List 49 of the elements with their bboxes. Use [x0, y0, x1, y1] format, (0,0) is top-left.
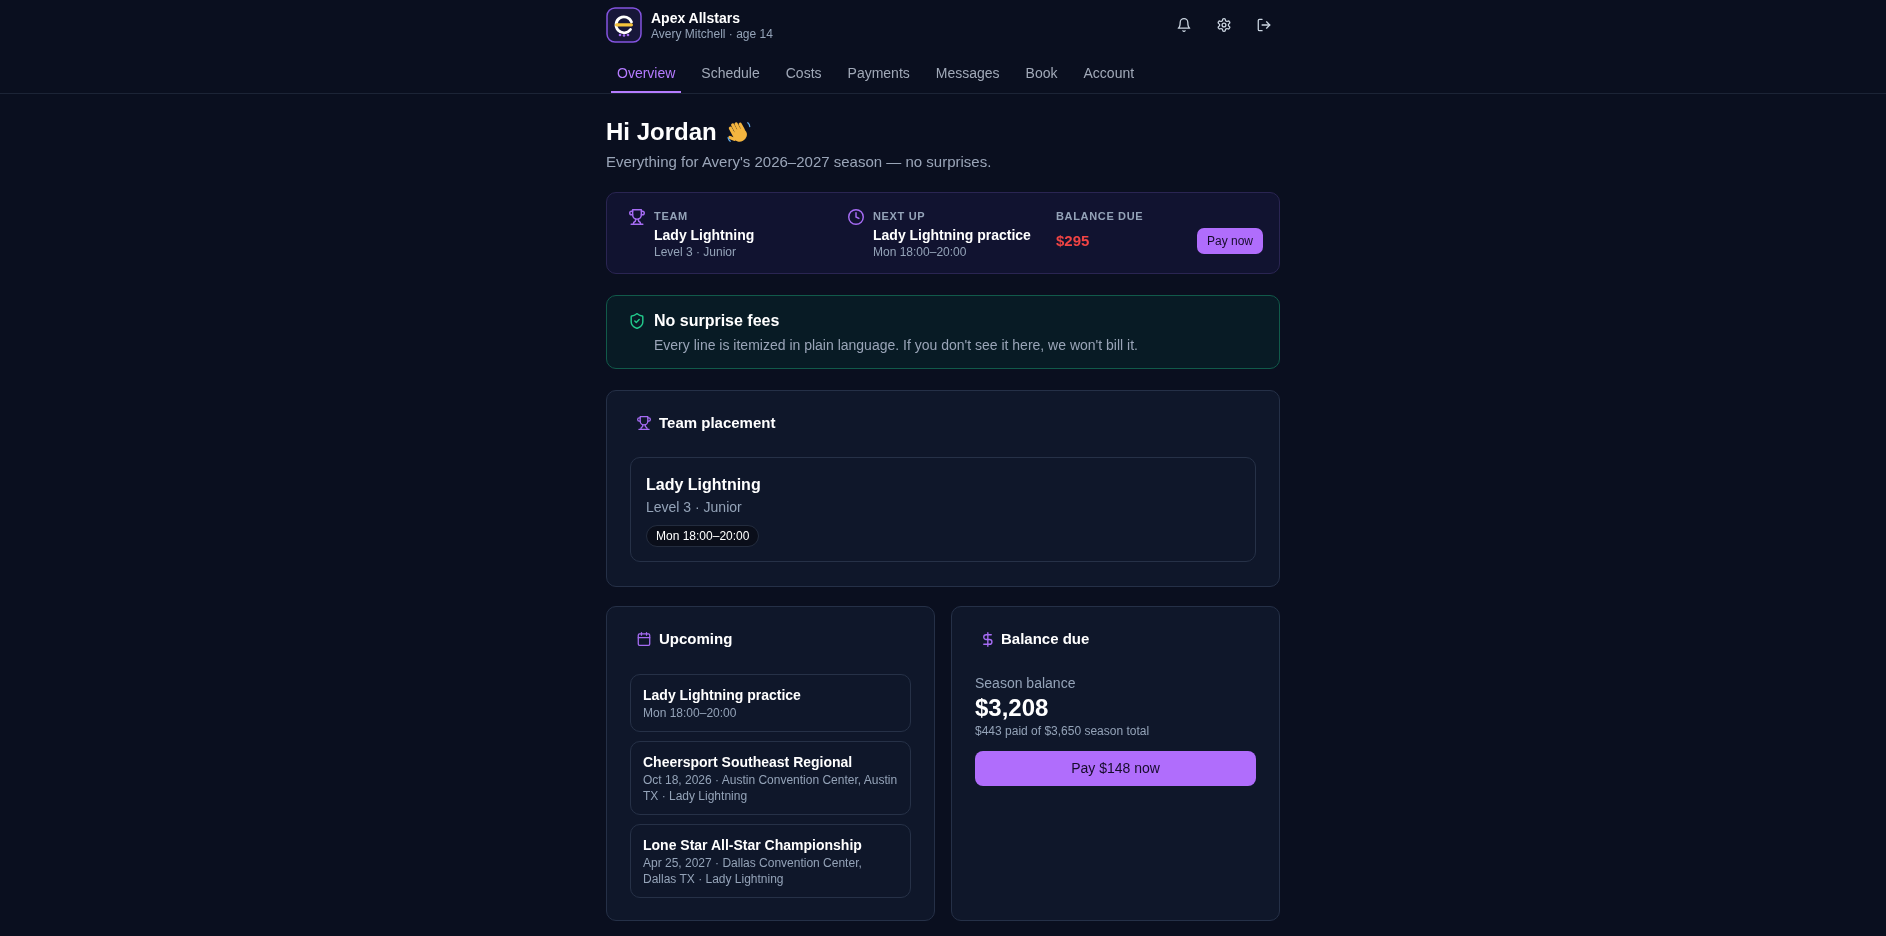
- season-balance-label: Season balance: [975, 674, 1077, 693]
- pay-button[interactable]: Pay $148 now: [975, 751, 1256, 786]
- nav-tab[interactable]: Schedule: [695, 53, 766, 93]
- event-detail: Apr 25, 2027 · Dallas Convention Center, Dallas TX · Lady Lightning: [643, 855, 863, 887]
- card-title: Team placement: [659, 413, 776, 433]
- nav-tab[interactable]: Book: [1019, 53, 1064, 93]
- team-name: Lady Lightning: [646, 475, 762, 495]
- balance-amount: $295: [1056, 231, 1090, 251]
- clock-icon: [848, 209, 864, 225]
- app-name: Apex Allstars: [651, 8, 741, 27]
- user-subtitle: Avery Mitchell · age 14: [651, 26, 773, 42]
- season-balance-amount: $3,208: [975, 694, 1050, 722]
- shield-check-icon: [629, 313, 645, 329]
- notice-title: No surprise fees: [654, 311, 781, 331]
- nav-tab[interactable]: Costs: [779, 53, 828, 93]
- waving-hand-icon: [726, 120, 751, 144]
- nav-tab[interactable]: Overview: [611, 53, 682, 93]
- team-level: Level 3 · Junior: [646, 498, 743, 517]
- sign-out-icon: [1257, 18, 1271, 32]
- event-time: Mon 18:00–20:00: [873, 244, 968, 260]
- card-title: Upcoming: [659, 629, 733, 649]
- dollar-icon: [982, 631, 993, 647]
- logo-icon: [606, 7, 642, 43]
- notice-text: Every line is itemized in plain language. If you don't see it here, we won't bill it.: [654, 336, 1138, 355]
- event-title: Cheersport Southeast Regional: [643, 753, 854, 771]
- event-title: Lone Star All-Star Championship: [643, 836, 863, 854]
- event-detail: Mon 18:00–20:00: [643, 705, 738, 721]
- calendar-icon: [637, 632, 651, 646]
- card-title: Balance due: [1001, 629, 1090, 649]
- event-detail: Oct 18, 2026 · Austin Convention Center, Austin TX · Lady Lightning: [643, 772, 898, 804]
- event-name: Lady Lightning practice: [873, 226, 1031, 244]
- settings-icon: [1217, 18, 1231, 32]
- trophy-icon: [629, 209, 645, 225]
- greeting-title: Hi Jordan: [606, 117, 717, 147]
- schedule-pill: Mon 18:00–20:00: [646, 525, 760, 547]
- summary-label: NEXT UP: [873, 209, 927, 224]
- summary-label: TEAM: [654, 209, 689, 224]
- team-level: Level 3 · Junior: [654, 244, 738, 260]
- summary-label: BALANCE DUE: [1056, 209, 1145, 224]
- greeting-subtitle: Everything for Avery's 2026–2027 season — no surprises.: [606, 152, 993, 172]
- paid-summary: $443 paid of $3,650 season total: [975, 723, 1151, 739]
- event-title: Lady Lightning practice: [643, 686, 802, 704]
- nav-tab[interactable]: Messages: [929, 53, 1006, 93]
- nav-tab[interactable]: Payments: [841, 53, 916, 93]
- trophy-icon: [637, 416, 651, 430]
- nav-tab[interactable]: Account: [1077, 53, 1141, 93]
- team-name: Lady Lightning: [654, 226, 755, 244]
- pay-now-button[interactable]: Pay now: [1196, 228, 1263, 254]
- bell-icon: [1177, 18, 1191, 32]
